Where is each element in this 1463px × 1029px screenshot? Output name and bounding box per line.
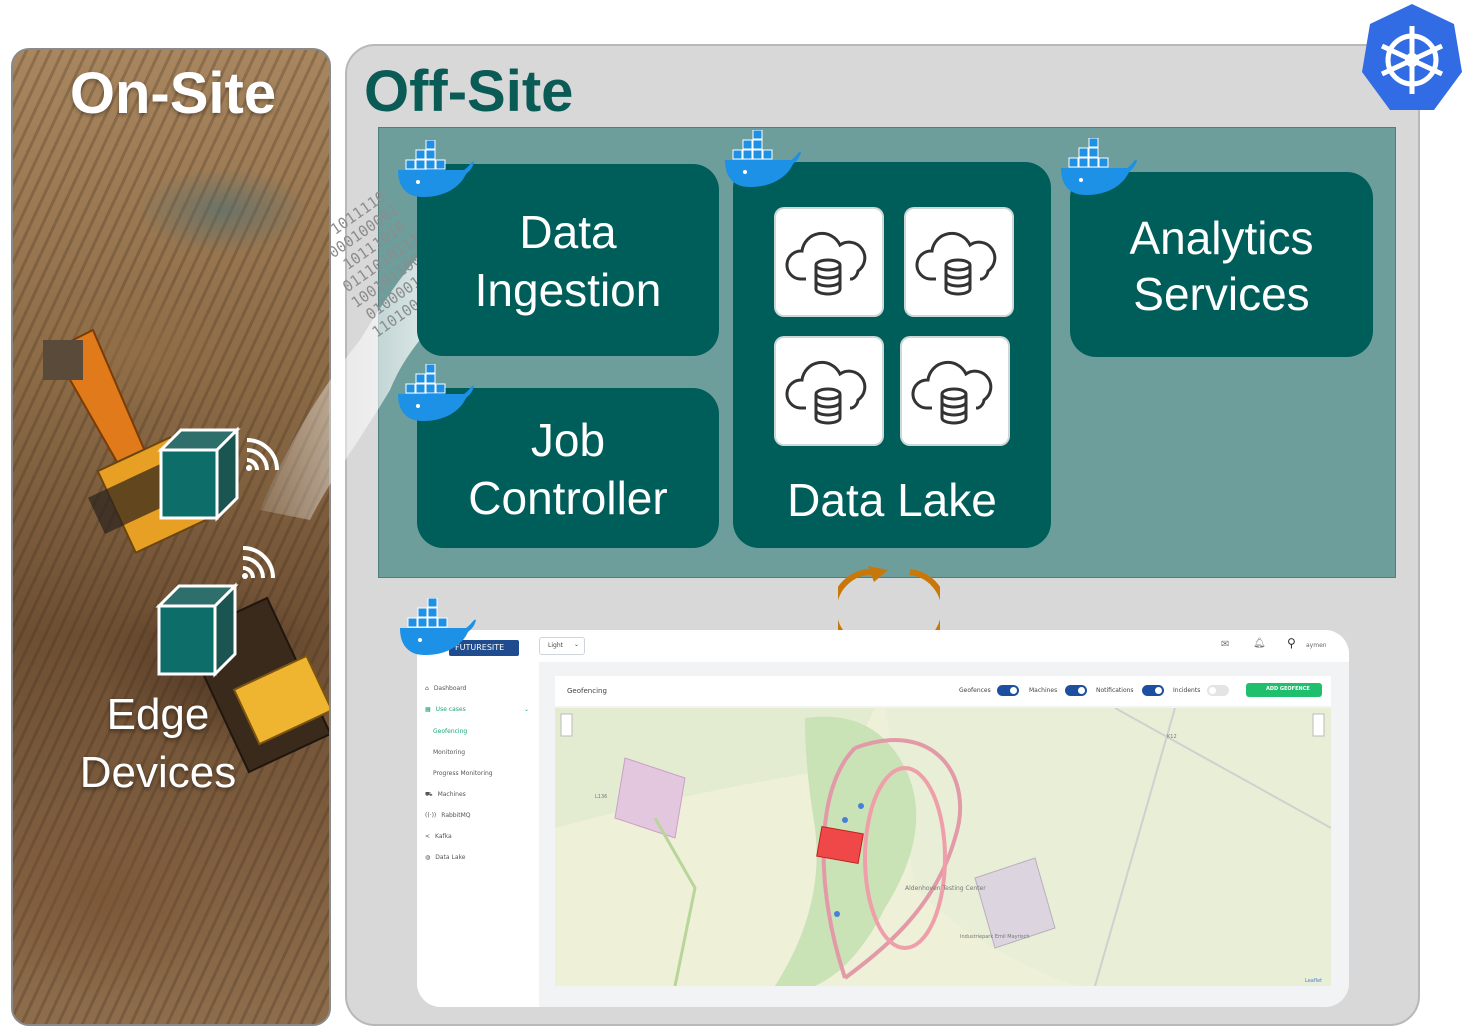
edge-label-line1: Edge — [106, 690, 210, 739]
cloud-database-icon — [785, 360, 867, 425]
geofencing-header: Geofencing Geofences Machines Notificati… — [555, 676, 1331, 706]
theme-select-value: Light — [548, 642, 563, 649]
mail-icon[interactable]: ✉ — [1221, 639, 1229, 650]
toggle-label: Machines — [1029, 687, 1058, 694]
dashboard-topbar: FUTURESITE Light ⌄ ✉ 🔔︎ ⚲ aymen — [417, 630, 1349, 663]
page-title: Geofencing — [567, 687, 607, 695]
nav-dashboard[interactable]: ⌂ Dashboard — [425, 685, 466, 692]
docker-whale-icon — [400, 598, 476, 656]
geofences-toggle[interactable] — [997, 685, 1019, 696]
nav-progress-monitoring[interactable]: Progress Monitoring — [433, 770, 493, 777]
machines-toggle[interactable] — [1065, 685, 1087, 696]
docker-whale-icon — [1061, 138, 1137, 196]
nav-machines[interactable]: ⛟ Machines — [425, 791, 466, 799]
analytics-line2: Services — [1133, 268, 1310, 320]
cloud-database-tile — [906, 209, 1012, 315]
ingestion-line2: Ingestion — [474, 264, 662, 316]
draw-control[interactable] — [1312, 713, 1325, 737]
nav-kafka[interactable]: < Kafka — [425, 833, 452, 840]
cloud-database-icon — [915, 231, 997, 296]
toggle-label: Notifications — [1096, 687, 1134, 694]
cloud-database-icon — [911, 360, 993, 425]
analytics-line1: Analytics — [1129, 212, 1314, 264]
nav-data-lake[interactable]: ◍ Data Lake — [425, 854, 465, 861]
theme-select[interactable]: Light ⌄ — [539, 637, 585, 655]
ingestion-line1: Data — [519, 206, 617, 258]
edge-device-cube-icon — [157, 426, 241, 522]
nav-rabbitmq[interactable]: ((·)) RabbitMQ — [425, 812, 471, 819]
job-line2: Controller — [468, 472, 668, 524]
docker-whale-icon — [725, 130, 801, 188]
dashboard-sidebar: ⌂ Dashboard ▦ Use cases ⌄ Geofencing Monito… — [417, 662, 540, 1007]
cloud-database-tile — [776, 209, 882, 315]
map-label: K12 — [1167, 734, 1177, 740]
cloud-database-tile — [902, 338, 1008, 444]
username: aymen — [1306, 642, 1327, 649]
data-lake-label: Data Lake — [787, 474, 997, 526]
nav-monitoring[interactable]: Monitoring — [433, 749, 465, 756]
cloud-database-icon — [785, 231, 867, 296]
map-label: Aldenhoven Testing Center — [905, 885, 986, 892]
docker-whale-icon — [398, 364, 474, 422]
map-label: Industriepark Emil Mayrisch — [960, 934, 1030, 940]
user-icon[interactable]: ⚲ — [1287, 636, 1296, 650]
toggle-label: Geofences — [959, 687, 991, 694]
edge-devices-label: Edge Devices — [13, 686, 303, 802]
notifications-toggle[interactable] — [1142, 685, 1164, 696]
wireless-signal-icon — [242, 546, 275, 579]
bell-icon[interactable]: 🔔︎ — [1253, 638, 1266, 649]
map-attribution[interactable]: Leaflet — [1305, 978, 1322, 984]
edge-device-cube-icon — [155, 582, 239, 678]
edge-label-line2: Devices — [79, 748, 237, 797]
kubernetes-logo-icon — [1362, 4, 1462, 110]
nav-use-cases[interactable]: ▦ Use cases ⌄ — [425, 706, 529, 713]
cloud-database-tile — [776, 338, 882, 444]
toggle-label: Incidents — [1173, 687, 1201, 694]
nav-geofencing[interactable]: Geofencing — [433, 728, 467, 735]
offsite-title: Off-Site — [364, 59, 574, 124]
dashboard-screenshot: FUTURESITE Light ⌄ ✉ 🔔︎ ⚲ aymen ⌂ Dashboa… — [417, 630, 1349, 1007]
add-geofence-button[interactable]: ADD GEOFENCE — [1246, 683, 1322, 697]
dashboard-main: Geofencing Geofences Machines Notificati… — [539, 662, 1349, 1007]
docker-whale-icon — [398, 140, 474, 198]
zoom-control[interactable] — [560, 713, 573, 737]
chevron-down-icon: ⌄ — [573, 641, 579, 648]
map-label: L136 — [595, 794, 607, 800]
geofence-map[interactable]: Aldenhoven Testing Center Industriepark … — [555, 708, 1331, 986]
incidents-toggle[interactable] — [1207, 685, 1229, 696]
onsite-title: On-Site — [69, 61, 277, 126]
